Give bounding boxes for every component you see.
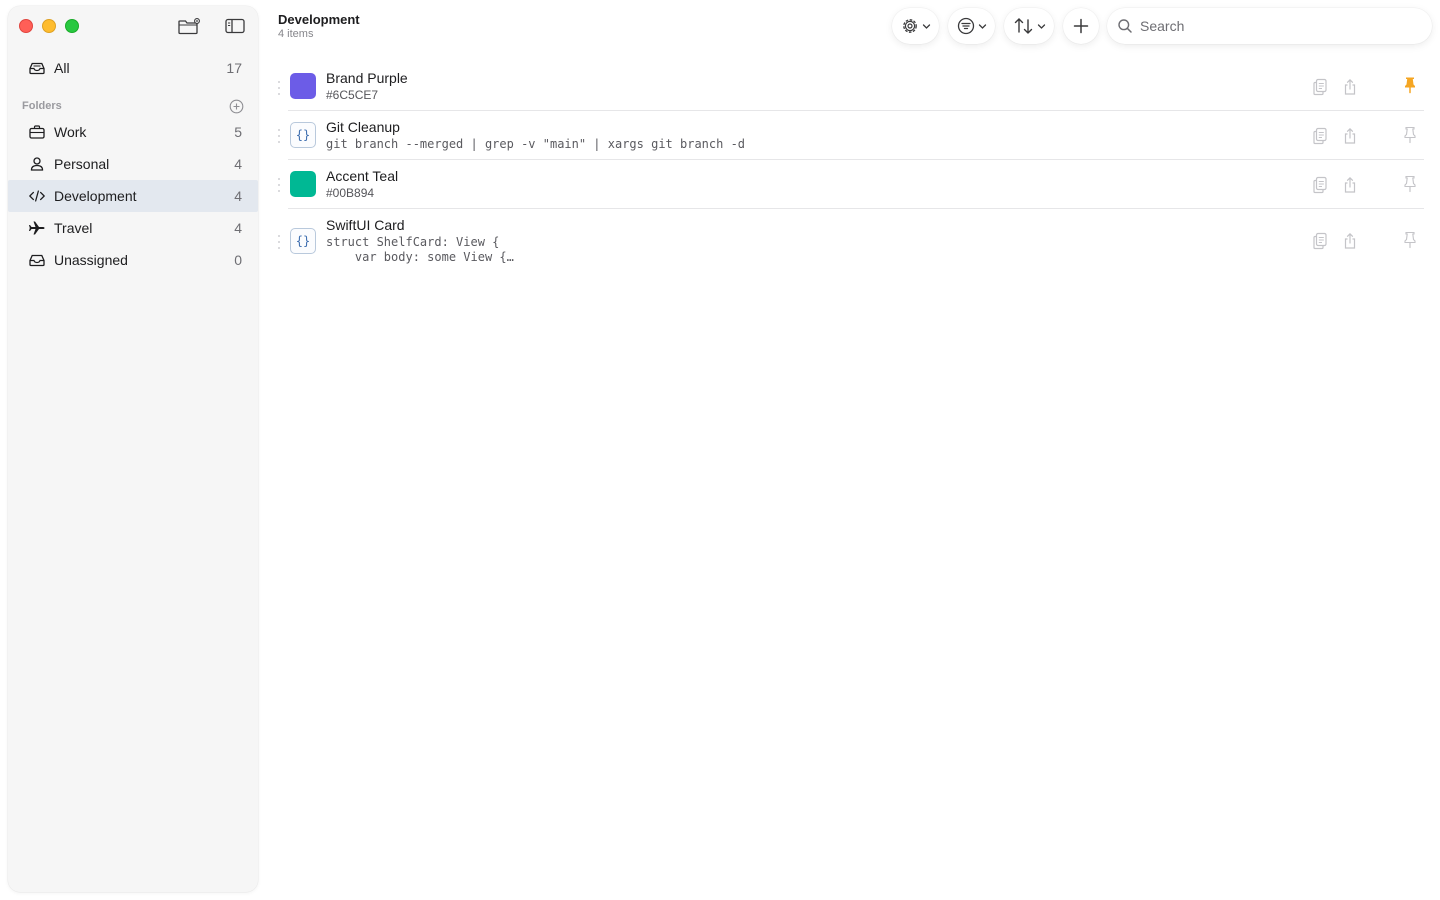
add-folder-icon[interactable] <box>229 99 244 114</box>
share-button[interactable] <box>1341 176 1359 194</box>
search-icon <box>1118 19 1132 33</box>
search-input[interactable] <box>1140 18 1410 34</box>
app-window: All 17 Folders Work 5 Personal 4 Develop… <box>0 0 1440 900</box>
sidebar-item-count: 0 <box>234 252 242 268</box>
sidebar-item-unassigned[interactable]: Unassigned 0 <box>8 244 258 276</box>
color-swatch <box>290 73 316 99</box>
person-icon <box>28 155 46 173</box>
item-title: SwiftUI Card <box>326 217 405 233</box>
new-folder-icon <box>178 18 200 35</box>
filter-icon <box>957 17 975 35</box>
sidebar-toggle-icon <box>225 18 245 34</box>
share-button[interactable] <box>1341 232 1359 250</box>
sidebar-item-label: All <box>54 60 70 76</box>
close-window-button[interactable] <box>19 19 33 33</box>
zoom-window-button[interactable] <box>65 19 79 33</box>
code-icon <box>28 187 46 205</box>
filter-menu-button[interactable] <box>948 8 995 44</box>
list-item[interactable]: Brand Purple #6C5CE7 <box>278 62 1424 110</box>
pin-button[interactable] <box>1401 231 1419 249</box>
copy-button[interactable] <box>1311 176 1329 194</box>
sidebar-item-personal[interactable]: Personal 4 <box>8 148 258 180</box>
copy-button[interactable] <box>1311 127 1329 145</box>
copy-icon <box>1313 78 1327 96</box>
drag-handle[interactable] <box>278 235 284 249</box>
sidebar-item-label: Work <box>54 124 87 140</box>
drag-handle[interactable] <box>278 178 284 192</box>
page-header: Development 4 items <box>278 12 360 40</box>
share-icon <box>1344 176 1356 193</box>
list-item[interactable]: {} SwiftUI Card struct ShelfCard: View {… <box>278 209 1424 273</box>
sidebar-item-all[interactable]: All 17 <box>8 52 258 84</box>
drag-handle[interactable] <box>278 129 284 143</box>
item-title: Brand Purple <box>326 70 408 86</box>
sidebar-item-count: 17 <box>226 60 242 76</box>
pin-icon <box>1404 175 1416 193</box>
sidebar-item-label: Unassigned <box>54 252 128 268</box>
sidebar-item-count: 4 <box>234 220 242 236</box>
settings-menu-button[interactable] <box>892 8 939 44</box>
sidebar-item-work[interactable]: Work 5 <box>8 116 258 148</box>
tray-icon <box>28 251 46 269</box>
sort-icon <box>1014 18 1032 34</box>
pin-button[interactable] <box>1401 76 1419 94</box>
sidebar-item-label: Development <box>54 188 137 204</box>
add-item-button[interactable] <box>1063 8 1099 44</box>
copy-icon <box>1313 127 1327 145</box>
sidebar-item-travel[interactable]: Travel 4 <box>8 212 258 244</box>
copy-icon <box>1313 176 1327 194</box>
share-button[interactable] <box>1341 127 1359 145</box>
item-detail: git branch --merged | grep -v "main" | x… <box>326 137 746 151</box>
list-item[interactable]: Accent Teal #00B894 <box>278 160 1424 208</box>
pin-button[interactable] <box>1401 126 1419 144</box>
drag-handle[interactable] <box>278 81 284 95</box>
code-snippet-icon: {} <box>290 228 316 254</box>
chevron-down-icon <box>978 23 987 29</box>
pin-filled-icon <box>1405 77 1415 94</box>
code-snippet-icon: {} <box>290 122 316 148</box>
sidebar-item-label: Personal <box>54 156 110 172</box>
sidebar-item-count: 4 <box>234 156 242 172</box>
color-swatch <box>290 171 316 197</box>
item-count-label: 4 items <box>278 28 314 40</box>
minimize-window-button[interactable] <box>42 19 56 33</box>
share-icon <box>1344 78 1356 95</box>
search-bar[interactable] <box>1107 8 1432 44</box>
pin-icon <box>1404 126 1416 144</box>
sidebar-item-count: 4 <box>234 188 242 204</box>
item-detail: #00B894 <box>326 186 375 200</box>
gear-icon <box>903 19 917 33</box>
briefcase-icon <box>28 123 46 141</box>
sidebar-item-count: 5 <box>234 124 242 140</box>
chevron-down-icon <box>922 23 931 29</box>
pin-button[interactable] <box>1401 175 1419 193</box>
share-icon <box>1344 232 1356 249</box>
toggle-sidebar-button[interactable] <box>223 16 247 36</box>
chevron-down-icon <box>1037 23 1045 29</box>
copy-button[interactable] <box>1311 78 1329 96</box>
sidebar-item-development[interactable]: Development 4 <box>8 180 258 212</box>
share-button[interactable] <box>1341 78 1359 96</box>
copy-icon <box>1313 232 1327 250</box>
copy-button[interactable] <box>1311 232 1329 250</box>
item-title: Git Cleanup <box>326 119 400 135</box>
sidebar: All 17 Folders Work 5 Personal 4 Develop… <box>8 6 258 892</box>
item-detail: #6C5CE7 <box>326 88 379 102</box>
sort-menu-button[interactable] <box>1004 8 1054 44</box>
page-title: Development <box>278 12 360 27</box>
item-title: Accent Teal <box>326 168 399 184</box>
tray-icon <box>28 59 46 77</box>
pin-icon <box>1404 231 1416 249</box>
new-folder-button[interactable] <box>177 16 201 36</box>
share-icon <box>1344 127 1356 144</box>
sidebar-item-label: Travel <box>54 220 93 236</box>
list-item[interactable]: {} Git Cleanup git branch --merged | gre… <box>278 111 1424 159</box>
airplane-icon <box>28 219 46 237</box>
item-detail: struct ShelfCard: View { var body: some … <box>326 235 514 264</box>
plus-icon <box>1073 18 1089 34</box>
folders-heading: Folders <box>22 100 62 112</box>
